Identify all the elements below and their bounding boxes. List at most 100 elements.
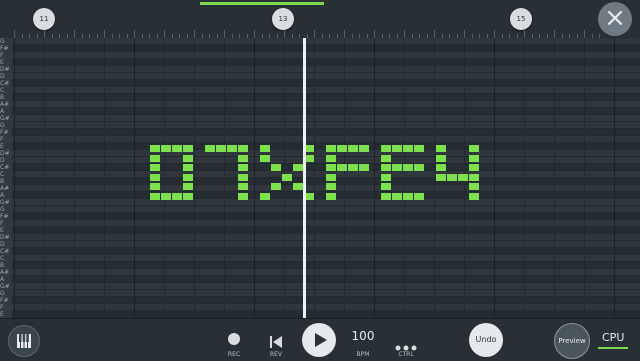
- timeline-tick: [314, 30, 315, 38]
- note-block[interactable]: [238, 192, 248, 200]
- note-block[interactable]: [238, 145, 248, 152]
- note-block[interactable]: [403, 145, 413, 152]
- note-block[interactable]: [183, 145, 193, 152]
- note-block[interactable]: [359, 145, 369, 152]
- note-block[interactable]: [348, 164, 358, 171]
- preview-button[interactable]: Preview: [554, 323, 590, 359]
- piano-key-label: G: [0, 38, 5, 45]
- scroll-position-indicator: [200, 2, 324, 5]
- note-block[interactable]: [150, 154, 160, 162]
- note-block[interactable]: [337, 164, 347, 171]
- note-block[interactable]: [392, 145, 402, 152]
- note-block[interactable]: [183, 164, 193, 171]
- play-button[interactable]: [302, 323, 336, 357]
- note-block[interactable]: [469, 192, 479, 200]
- note-block[interactable]: [271, 164, 281, 171]
- bpm-control[interactable]: 100 BPM: [348, 325, 378, 359]
- note-block[interactable]: [205, 145, 215, 152]
- note-block[interactable]: [150, 164, 160, 171]
- cpu-meter-label[interactable]: CPU: [602, 331, 624, 344]
- note-block[interactable]: [172, 192, 182, 200]
- note-block[interactable]: [293, 183, 303, 190]
- note-block[interactable]: [238, 154, 248, 162]
- bar-marker-13[interactable]: 13: [272, 8, 294, 30]
- playhead[interactable]: [303, 38, 306, 318]
- note-block[interactable]: [381, 183, 391, 190]
- grid-line: [367, 38, 368, 318]
- rewind-icon: [270, 333, 282, 352]
- note-block[interactable]: [172, 145, 182, 152]
- note-block[interactable]: [326, 164, 336, 171]
- note-block[interactable]: [282, 173, 292, 181]
- note-block[interactable]: [183, 154, 193, 162]
- note-block[interactable]: [271, 183, 281, 190]
- note-block[interactable]: [183, 173, 193, 181]
- note-block[interactable]: [326, 173, 336, 181]
- note-block[interactable]: [469, 164, 479, 171]
- note-block[interactable]: [458, 173, 468, 181]
- note-block[interactable]: [260, 145, 270, 152]
- note-block[interactable]: [414, 192, 424, 200]
- bar-marker-11[interactable]: 11: [33, 8, 55, 30]
- timeline-tick: [164, 30, 165, 38]
- note-block[interactable]: [381, 173, 391, 181]
- note-block[interactable]: [392, 164, 402, 171]
- note-block[interactable]: [414, 145, 424, 152]
- note-block[interactable]: [381, 145, 391, 152]
- grid-line: [524, 38, 525, 318]
- note-block[interactable]: [161, 145, 171, 152]
- timeline-ruler[interactable]: 11 13 15 ×: [0, 0, 640, 39]
- timeline-tick: [494, 30, 495, 38]
- note-block[interactable]: [326, 183, 336, 190]
- note-block[interactable]: [161, 192, 171, 200]
- note-block[interactable]: [403, 192, 413, 200]
- close-icon[interactable]: ×: [598, 2, 632, 36]
- note-block[interactable]: [348, 145, 358, 152]
- note-block[interactable]: [392, 192, 402, 200]
- note-block[interactable]: [227, 145, 237, 152]
- note-block[interactable]: [469, 173, 479, 181]
- note-block[interactable]: [359, 164, 369, 171]
- piano-key-label: A: [0, 108, 5, 115]
- note-block[interactable]: [414, 164, 424, 171]
- note-block[interactable]: [381, 164, 391, 171]
- note-block[interactable]: [436, 154, 446, 162]
- piano-key-label: C#: [0, 80, 10, 87]
- note-block[interactable]: [150, 173, 160, 181]
- bar-marker-15[interactable]: 15: [510, 8, 532, 30]
- note-block[interactable]: [238, 183, 248, 190]
- note-block[interactable]: [403, 164, 413, 171]
- note-block[interactable]: [436, 145, 446, 152]
- note-block[interactable]: [293, 164, 303, 171]
- note-block[interactable]: [150, 183, 160, 190]
- rec-button[interactable]: REC: [222, 325, 246, 359]
- note-block[interactable]: [183, 192, 193, 200]
- note-block[interactable]: [150, 192, 160, 200]
- note-block[interactable]: [326, 154, 336, 162]
- note-block[interactable]: [469, 154, 479, 162]
- note-block[interactable]: [183, 183, 193, 190]
- note-block[interactable]: [260, 192, 270, 200]
- undo-button[interactable]: Undo: [469, 323, 503, 357]
- ctrl-button[interactable]: CTRL: [392, 325, 420, 359]
- note-block[interactable]: [469, 183, 479, 190]
- note-block[interactable]: [260, 154, 270, 162]
- note-block[interactable]: [326, 192, 336, 200]
- grid-line: [127, 38, 128, 318]
- note-block[interactable]: [150, 145, 160, 152]
- note-block[interactable]: [381, 192, 391, 200]
- note-block[interactable]: [436, 173, 446, 181]
- note-block[interactable]: [436, 164, 446, 171]
- note-block[interactable]: [238, 164, 248, 171]
- note-block[interactable]: [238, 173, 248, 181]
- piano-icon[interactable]: [8, 325, 40, 357]
- note-block[interactable]: [337, 145, 347, 152]
- grid-line: [134, 38, 135, 318]
- rev-button[interactable]: REV: [264, 325, 288, 359]
- piano-key-label: F#: [0, 129, 9, 136]
- note-block[interactable]: [381, 154, 391, 162]
- note-block[interactable]: [469, 145, 479, 152]
- note-block[interactable]: [326, 145, 336, 152]
- note-block[interactable]: [216, 145, 226, 152]
- note-block[interactable]: [447, 173, 457, 181]
